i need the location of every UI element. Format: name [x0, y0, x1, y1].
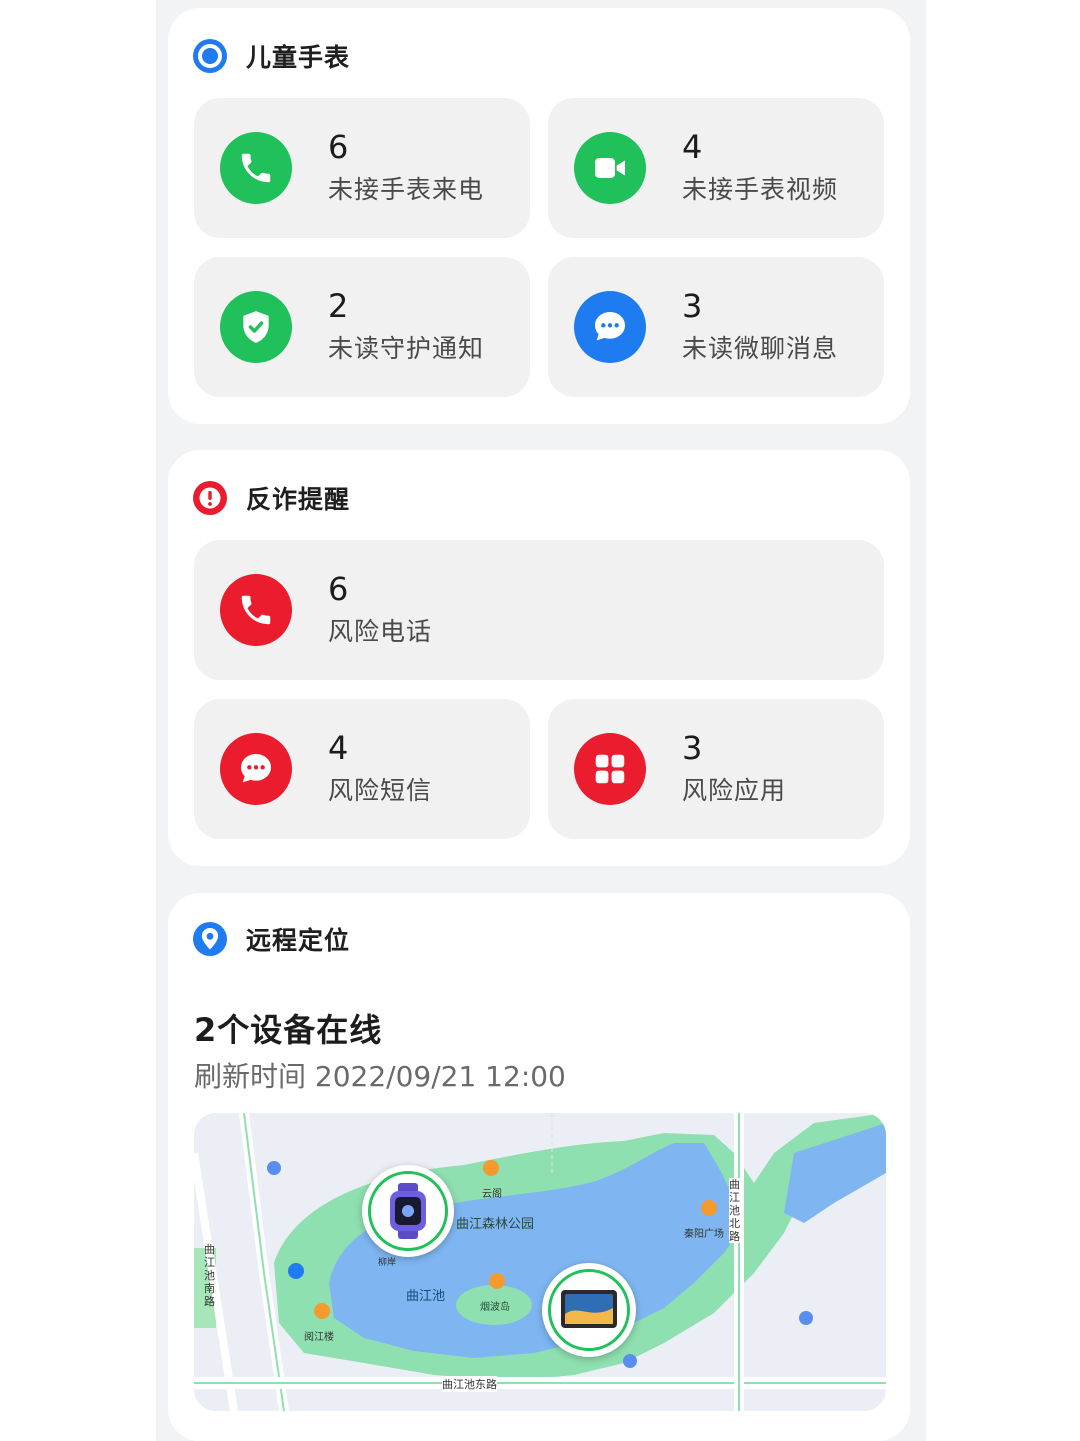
- smartwatch-icon: [390, 1183, 426, 1239]
- chat-icon: [220, 733, 292, 805]
- missed-calls-count: 6: [328, 128, 349, 166]
- tile-risk-sms[interactable]: 4 风险短信: [194, 699, 530, 839]
- tile-unread-guard-notices[interactable]: 2 未读守护通知: [194, 257, 530, 397]
- chat-icon: [574, 291, 646, 363]
- shield-icon: [220, 291, 292, 363]
- devices-online-text: 2个设备在线: [194, 1011, 383, 1049]
- location-card-header: 远程定位: [192, 919, 350, 959]
- risk-calls-count: 6: [328, 570, 349, 608]
- fraud-card-header: 反诈提醒: [192, 478, 350, 518]
- chat-messages-count: 3: [682, 287, 703, 325]
- watch-card: 儿童手表 6 未接手表来电 4 未接手表视频 2 未读守护通知 3 未读微聊消息: [168, 8, 910, 424]
- risk-apps-count: 3: [682, 729, 703, 767]
- map-label-road-west: 曲江池南路: [204, 1243, 215, 1308]
- guard-notices-count: 2: [328, 287, 349, 325]
- watch-card-title: 儿童手表: [246, 43, 351, 72]
- refresh-time-text: 刷新时间 2022/09/21 12:00: [194, 1060, 566, 1093]
- tile-risk-apps[interactable]: 3 风险应用: [548, 699, 884, 839]
- fraud-card: 反诈提醒 6 风险电话 4 风险短信 3 风险应用: [168, 450, 910, 866]
- watch-ring-icon: [193, 39, 227, 73]
- map-label-road-south: 曲江池东路: [442, 1376, 497, 1392]
- map-graphic: [194, 1113, 886, 1411]
- phone-screen: 儿童手表 6 未接手表来电 4 未接手表视频 2 未读守护通知 3 未读微聊消息…: [156, 0, 926, 1441]
- tile-missed-watch-calls[interactable]: 6 未接手表来电: [194, 98, 530, 238]
- location-pin-icon: [193, 922, 227, 956]
- location-card-title: 远程定位: [246, 926, 351, 955]
- missed-videos-label: 未接手表视频: [682, 175, 839, 204]
- map-label-lake: 曲江池: [406, 1289, 446, 1304]
- tablet-icon: [561, 1290, 617, 1328]
- tablet-device-marker[interactable]: [542, 1263, 636, 1357]
- risk-sms-count: 4: [328, 729, 349, 767]
- map-label-small: 柳岸: [378, 1258, 397, 1268]
- risk-sms-label: 风险短信: [328, 776, 433, 805]
- missed-calls-label: 未接手表来电: [328, 175, 485, 204]
- tile-missed-watch-videos[interactable]: 4 未接手表视频: [548, 98, 884, 238]
- chat-messages-label: 未读微聊消息: [682, 334, 839, 363]
- video-icon: [574, 132, 646, 204]
- alert-shield-icon: [193, 481, 227, 515]
- missed-videos-count: 4: [682, 128, 703, 166]
- map-label-park: 曲江森林公园: [456, 1217, 535, 1232]
- tile-risk-calls[interactable]: 6 风险电话: [194, 540, 884, 680]
- risk-calls-label: 风险电话: [328, 617, 433, 646]
- phone-icon: [220, 574, 292, 646]
- tile-unread-chat-messages[interactable]: 3 未读微聊消息: [548, 257, 884, 397]
- map-label-road-north: 曲江池北路: [729, 1178, 743, 1243]
- location-map[interactable]: 曲江森林公园 曲江池 烟波岛 云阁 阅江楼 秦阳广场 柳岸 曲江池东路 曲江池南…: [194, 1113, 886, 1411]
- map-label-pavilion: 阅江楼: [304, 1332, 334, 1343]
- risk-apps-label: 风险应用: [682, 776, 787, 805]
- watch-device-marker[interactable]: [362, 1165, 454, 1257]
- map-label-island: 烟波岛: [480, 1302, 510, 1313]
- map-label-plaza: 秦阳广场: [684, 1229, 724, 1240]
- watch-card-header: 儿童手表: [192, 36, 350, 76]
- fraud-card-title: 反诈提醒: [246, 485, 351, 514]
- guard-notices-label: 未读守护通知: [328, 334, 485, 363]
- apps-grid-icon: [574, 733, 646, 805]
- map-label-yunge: 云阁: [482, 1189, 502, 1200]
- location-card: 远程定位 2个设备在线 刷新时间 2022/09/21 12:00 曲江森林公园…: [168, 893, 910, 1441]
- phone-icon: [220, 132, 292, 204]
